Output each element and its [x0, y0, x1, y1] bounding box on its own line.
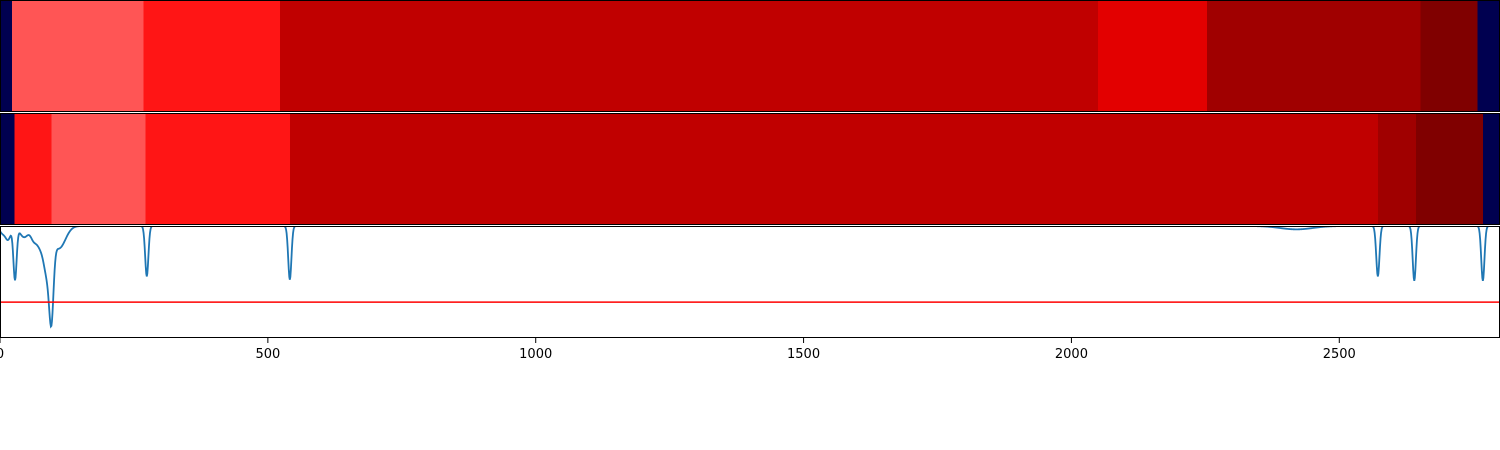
heatmap-panel-2 [0, 113, 1500, 225]
heatmap-segment [14, 113, 52, 225]
heatmap-segment [11, 0, 144, 112]
heatmap-segment [280, 0, 1099, 112]
x-tick-label: 0 [0, 347, 4, 362]
heatmap-segment [145, 113, 290, 225]
plot-background [0, 226, 1500, 338]
heatmap-segment [1477, 0, 1500, 112]
heatmap-segment [1420, 0, 1478, 112]
x-tick-label: 1500 [787, 347, 820, 362]
x-tick-label: 500 [255, 347, 280, 362]
x-tick-label: 1000 [519, 347, 552, 362]
heatmap-segment [143, 0, 281, 112]
x-tick-label: 2000 [1055, 347, 1088, 362]
chart-figure: 0 500 1000 1500 2000 2500 [0, 0, 1500, 362]
heatmap-segment [1098, 0, 1207, 112]
x-axis: 0 500 1000 1500 2000 2500 [0, 338, 1356, 362]
heatmap-segment [0, 0, 12, 112]
heatmap-segment [289, 113, 1378, 225]
x-tick-label: 2500 [1323, 347, 1356, 362]
heatmap-segment [1377, 113, 1416, 225]
line-panel [0, 226, 1500, 338]
heatmap-segment [1206, 0, 1421, 112]
heatmap-segment [51, 113, 146, 225]
heatmap-panel-1 [0, 0, 1500, 112]
heatmap-segment [0, 113, 15, 225]
heatmap-segment [1482, 113, 1500, 225]
heatmap-segment [1415, 113, 1483, 225]
